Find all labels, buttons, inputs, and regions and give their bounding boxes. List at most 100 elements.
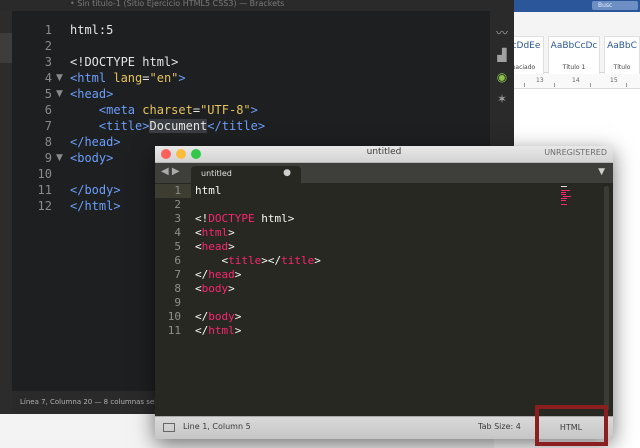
code-line[interactable]: 4 <html> <box>155 226 595 240</box>
ruler-tick <box>626 83 627 87</box>
code-text: <body> <box>195 282 235 296</box>
style-title[interactable]: AaBbC Título <box>604 36 640 76</box>
tab-dropdown-icon[interactable]: ▼ <box>598 167 605 177</box>
minimap-line <box>563 196 571 197</box>
line-number: 8 <box>174 282 181 295</box>
code-punct: > <box>228 240 235 253</box>
line-number: 2 <box>174 198 181 211</box>
code-line[interactable]: 6 <title></title> <box>155 254 595 268</box>
code-line[interactable]: 3 <!DOCTYPE html> <box>155 212 595 226</box>
code-tag: <body> <box>70 151 114 165</box>
code-line[interactable]: 3 <!DOCTYPE html> <box>0 54 514 70</box>
line-number: 7 <box>174 268 181 281</box>
code-line[interactable]: 7 </head> <box>155 268 595 282</box>
minimap[interactable] <box>559 186 579 206</box>
fold-arrow-icon[interactable]: ▼ <box>56 86 63 102</box>
code-line[interactable]: 5 <head> <box>155 240 595 254</box>
line-number: 7 <box>44 119 52 133</box>
code-text: <html lang="en"> <box>70 70 186 86</box>
line-number: 5 <box>44 87 52 101</box>
line-number: 6 <box>44 103 52 117</box>
panel-toggle-icon[interactable] <box>163 423 175 432</box>
ruler-tick <box>524 83 525 87</box>
code-line[interactable]: 4 ▼ <html lang="en"> <box>0 70 514 86</box>
minimap-line <box>561 190 570 191</box>
fold-arrow-icon[interactable]: ▼ <box>56 150 63 166</box>
word-search-box[interactable]: Busc <box>592 1 638 10</box>
code-keyword: DOCTYPE <box>208 212 255 225</box>
extract-icon[interactable]: ▟ <box>493 47 511 63</box>
code-tag: html <box>201 226 229 239</box>
code-punct: > <box>228 282 235 295</box>
line-number: 9 <box>44 151 52 165</box>
code-tag: <head> <box>70 87 114 101</box>
code-punct: > <box>234 268 242 281</box>
code-text: <title>Document</title> <box>70 118 265 134</box>
tab-untitled[interactable]: untitled ● <box>191 166 301 183</box>
code-line[interactable]: 6 <meta charset="UTF-8"> <box>0 102 514 118</box>
ruler-number: 13 <box>536 77 544 84</box>
code-line[interactable]: 1 html:5 <box>0 22 514 38</box>
code-tag: </head> <box>70 135 121 149</box>
code-line[interactable]: 11 </html> <box>155 324 595 338</box>
ruler-tick <box>554 83 555 87</box>
code-punct: < <box>195 226 202 239</box>
code-tag: </body> <box>70 183 121 197</box>
code-text: <meta charset="UTF-8"> <box>70 102 258 118</box>
tab-size-selector[interactable]: Tab Size: 4 <box>478 422 521 431</box>
line-number: 6 <box>174 254 181 267</box>
wand-icon[interactable]: ✶ <box>493 91 511 107</box>
tab-nav-arrows-icon[interactable]: ◀ ▶ <box>161 166 180 177</box>
line-number: 2 <box>44 39 52 53</box>
code-text: <!DOCTYPE html> <box>195 212 294 226</box>
code-tag: <meta <box>70 103 136 117</box>
minimap-line <box>561 198 567 199</box>
word-styles-ribbon: bCcDdEe espaciado AaBbCcDc Título 1 AaBb… <box>494 12 640 76</box>
code-text: </html> <box>195 324 241 338</box>
code-equals: = <box>142 71 150 85</box>
code-line[interactable]: 9 <box>155 296 595 310</box>
code-text: html:5 <box>70 23 114 37</box>
fold-arrow-icon[interactable]: ▼ <box>56 70 63 86</box>
code-text: <title></title> <box>195 254 320 268</box>
code-attr: lang <box>113 71 143 85</box>
word-ruler: 13 14 15 <box>494 74 640 89</box>
minimap-line <box>561 200 566 201</box>
vertical-scrollbar[interactable] <box>604 186 609 411</box>
brackets-title: • Sin título-1 (Sitio Ejercicio HTML5 CS… <box>0 0 514 11</box>
live-preview-icon[interactable]: 〰 <box>493 25 511 41</box>
style-name: Título <box>613 64 631 71</box>
code-punct: < <box>195 254 229 267</box>
style-name: Título 1 <box>562 64 586 71</box>
code-text: </head> <box>195 268 241 282</box>
code-line[interactable]: 5 ▼ <head> <box>0 86 514 102</box>
code-string: "UTF-8" <box>200 103 251 117</box>
sublime-title-bar: untitled UNREGISTERED <box>155 146 613 163</box>
unsaved-dot-icon[interactable]: ● <box>283 168 291 178</box>
code-tag: > <box>250 103 258 117</box>
code-tag: </title> <box>207 119 266 133</box>
code-punct: html> <box>254 212 295 225</box>
code-tag: body <box>201 282 229 295</box>
code-text: </body> <box>195 310 241 324</box>
line-number: 11 <box>37 183 52 197</box>
code-punct: < <box>195 282 202 295</box>
code-line[interactable]: 1 html <box>155 184 595 198</box>
code-line[interactable]: 2 <box>0 38 514 54</box>
annotation-highlight-box <box>535 405 608 446</box>
line-number: 1 <box>44 23 52 37</box>
code-text: html <box>195 184 222 197</box>
code-text: <html> <box>195 226 235 240</box>
code-tag: > <box>178 71 186 85</box>
line-number: 4 <box>174 226 181 239</box>
code-line[interactable]: 7 <title>Document</title> <box>0 118 514 134</box>
line-number: 8 <box>44 135 52 149</box>
code-line[interactable]: 8 <body> <box>155 282 595 296</box>
style-heading-1[interactable]: AaBbCcDc Título 1 <box>548 36 600 76</box>
code-line[interactable]: 10 </body> <box>155 310 595 324</box>
code-line[interactable]: 2 <box>155 198 595 212</box>
code-text: <!DOCTYPE html> <box>70 55 179 69</box>
extension-icon[interactable]: ◉ <box>493 69 511 85</box>
code-tag: html <box>208 324 235 337</box>
code-attr: charset <box>142 103 193 117</box>
